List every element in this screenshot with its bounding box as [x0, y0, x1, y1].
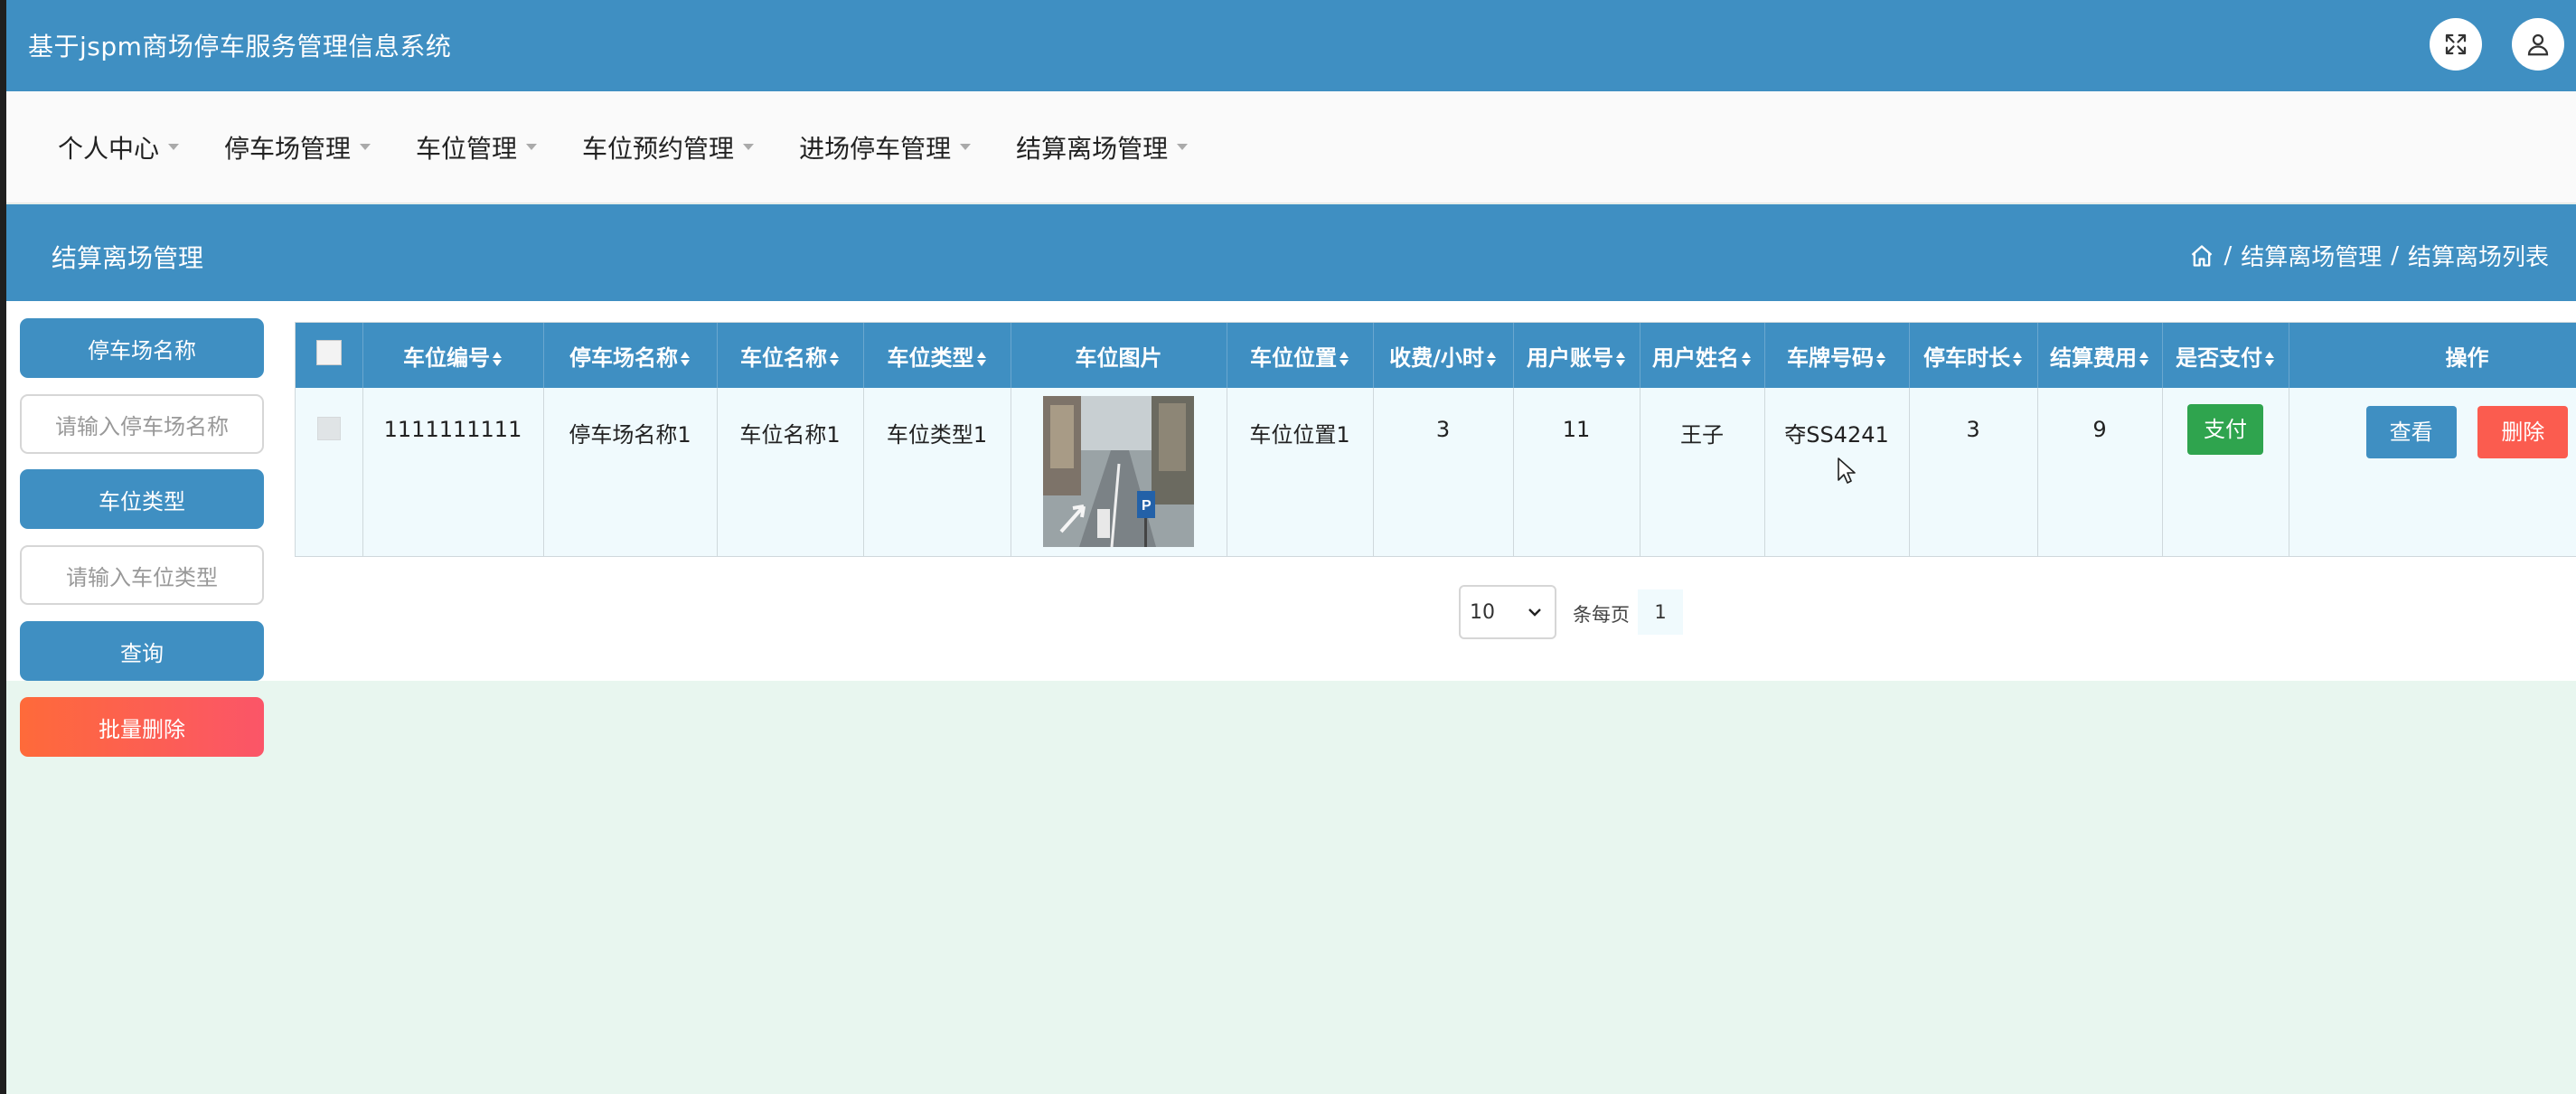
cell-space-image: P: [1011, 388, 1227, 556]
parking-space-image[interactable]: P: [1043, 396, 1194, 547]
nav-item-settlement-exit-management[interactable]: 结算离场管理: [1016, 129, 1189, 165]
nav-item-label: 停车场管理: [224, 133, 352, 164]
nav-item-space-management[interactable]: 车位管理: [416, 129, 538, 165]
app-title: 基于jspm商场停车服务管理信息系统: [28, 32, 452, 61]
sort-icon[interactable]: [2139, 350, 2149, 368]
nav-item-label: 结算离场管理: [1016, 133, 1169, 164]
sort-icon[interactable]: [2012, 350, 2023, 368]
cell-pay-status: 支付: [2162, 388, 2289, 556]
sort-icon[interactable]: [2264, 350, 2275, 368]
caret-down-icon: [168, 144, 180, 150]
sort-icon[interactable]: [1486, 350, 1497, 368]
page-title: 结算离场管理: [52, 243, 204, 273]
sort-icon[interactable]: [492, 350, 503, 368]
fullscreen-icon: [2445, 33, 2467, 55]
nav-item-label: 车位管理: [416, 133, 518, 164]
column-header[interactable]: 是否支付: [2162, 323, 2289, 388]
user-icon: [2527, 33, 2549, 56]
cell-space-type: 车位类型1: [863, 388, 1011, 556]
nav-item-personal-center[interactable]: 个人中心: [58, 129, 180, 165]
lot-name-input[interactable]: 请输入停车场名称: [20, 394, 264, 454]
mouse-cursor-icon: [1838, 457, 1856, 484]
main-nav: 个人中心 停车场管理 车位管理 车位预约管理 进场停车管理 结算离场管理: [6, 91, 2576, 203]
lot-name-filter-label: 停车场名称: [20, 318, 264, 378]
caret-down-icon: [526, 144, 538, 150]
column-header: 车位图片: [1011, 323, 1227, 388]
data-table-container: 车位编号 停车场名称 车位名称 车位类型 车位图片 车位位置 收费/小时 用户账…: [295, 322, 2576, 557]
nav-item-parking-lot-management[interactable]: 停车场管理: [224, 129, 371, 165]
breadcrumb: / 结算离场管理 / 结算离场列表: [2189, 239, 2549, 272]
column-header[interactable]: 车位编号: [362, 323, 544, 388]
select-all-checkbox[interactable]: [315, 340, 342, 365]
column-header[interactable]: 车位位置: [1227, 323, 1374, 388]
cell-duration: 3: [1909, 388, 2038, 556]
column-header[interactable]: 车位类型: [863, 323, 1011, 388]
view-button[interactable]: 查看: [2365, 406, 2457, 458]
column-header: 操作: [2289, 323, 2576, 388]
table-header-row: 车位编号 停车场名称 车位名称 车位类型 车位图片 车位位置 收费/小时 用户账…: [296, 323, 2576, 388]
top-header: 基于jspm商场停车服务管理信息系统: [0, 0, 2576, 91]
chevron-down-icon: [1528, 608, 1541, 617]
row-checkbox[interactable]: [316, 417, 341, 440]
column-header[interactable]: 停车时长: [1909, 323, 2038, 388]
cell-user-account: 11: [1513, 388, 1641, 556]
column-header[interactable]: 用户姓名: [1640, 323, 1765, 388]
nav-item-label: 进场停车管理: [799, 133, 952, 164]
cell-space-location: 车位位置1: [1227, 388, 1374, 556]
pay-button[interactable]: 支付: [2187, 404, 2263, 455]
cell-lot-name: 停车场名称1: [543, 388, 718, 556]
home-icon[interactable]: [2189, 243, 2214, 269]
page-size-value: 10: [1470, 600, 1495, 624]
column-header[interactable]: 车牌号码: [1764, 323, 1910, 388]
batch-delete-button[interactable]: 批量删除: [20, 697, 264, 757]
caret-down-icon: [1177, 144, 1189, 150]
row-select-cell[interactable]: [296, 388, 363, 556]
cell-user-name: 王子: [1640, 388, 1765, 556]
page-title-bar: 结算离场管理 / 结算离场管理 / 结算离场列表: [6, 204, 2576, 301]
sort-icon[interactable]: [1339, 350, 1349, 368]
query-button[interactable]: 查询: [20, 621, 264, 681]
page-number-current[interactable]: 1: [1638, 589, 1683, 635]
breadcrumb-item[interactable]: 结算离场管理: [2241, 239, 2382, 272]
sort-icon[interactable]: [1876, 350, 1886, 368]
caret-down-icon: [360, 144, 371, 150]
data-table: 车位编号 停车场名称 车位名称 车位类型 车位图片 车位位置 收费/小时 用户账…: [296, 323, 2576, 556]
select-all-header[interactable]: [296, 323, 363, 388]
space-type-input[interactable]: 请输入车位类型: [20, 545, 264, 605]
delete-button[interactable]: 删除: [2477, 406, 2569, 458]
nav-item-label: 车位预约管理: [582, 133, 735, 164]
nav-item-reservation-management[interactable]: 车位预约管理: [582, 129, 755, 165]
window-left-edge: [0, 0, 6, 1094]
sort-icon[interactable]: [680, 350, 691, 368]
fullscreen-button[interactable]: [2430, 18, 2482, 71]
cell-space-no: 1111111111: [362, 388, 544, 556]
table-row: 1111111111 停车场名称1 车位名称1 车位类型1 P 车位位置1 3 …: [296, 388, 2576, 556]
page-size-select[interactable]: 10: [1459, 585, 1556, 639]
svg-text:P: P: [1142, 498, 1152, 514]
column-header[interactable]: 收费/小时: [1373, 323, 1514, 388]
column-header[interactable]: 用户账号: [1513, 323, 1641, 388]
nav-item-label: 个人中心: [58, 133, 160, 164]
column-header[interactable]: 结算费用: [2037, 323, 2163, 388]
breadcrumb-separator: /: [2391, 241, 2399, 269]
sort-icon[interactable]: [829, 350, 840, 368]
breadcrumb-separator: /: [2223, 241, 2233, 269]
nav-item-entry-parking-management[interactable]: 进场停车管理: [799, 129, 972, 165]
sort-icon[interactable]: [1615, 350, 1626, 368]
cell-settle-fee: 9: [2037, 388, 2163, 556]
space-type-filter-label: 车位类型: [20, 469, 264, 529]
sort-icon[interactable]: [976, 350, 987, 368]
per-page-label: 条每页: [1573, 604, 1630, 626]
column-header[interactable]: 车位名称: [717, 323, 864, 388]
cell-fee-per-hour: 3: [1373, 388, 1514, 556]
sort-icon[interactable]: [1741, 350, 1752, 368]
cell-actions: 查看 删除: [2289, 388, 2576, 556]
caret-down-icon: [960, 144, 972, 150]
column-header[interactable]: 停车场名称: [543, 323, 718, 388]
caret-down-icon: [743, 144, 755, 150]
breadcrumb-item-current: 结算离场列表: [2407, 244, 2549, 271]
cell-space-name: 车位名称1: [717, 388, 864, 556]
user-profile-button[interactable]: [2512, 18, 2564, 71]
